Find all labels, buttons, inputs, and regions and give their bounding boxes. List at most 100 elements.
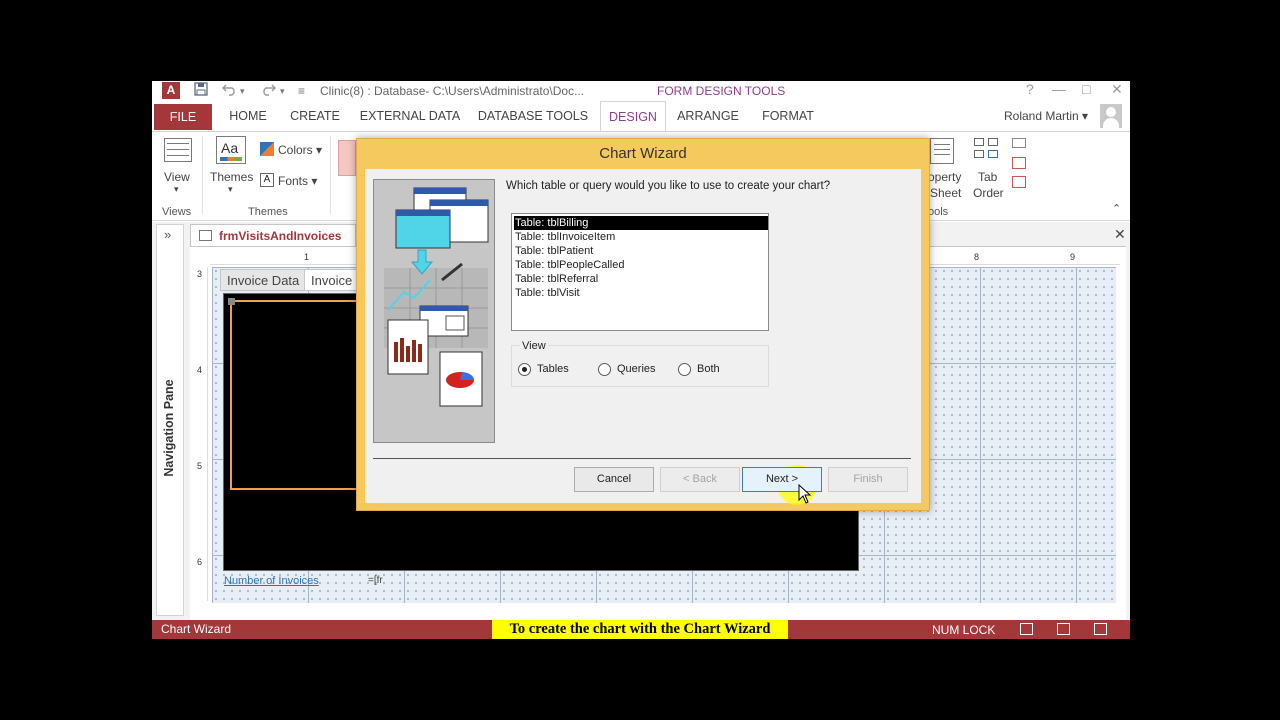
- group-themes-label: Themes: [248, 206, 288, 218]
- ruler-number: 1: [304, 252, 310, 262]
- invoice-count-field[interactable]: Number of Invoices =[fr: [220, 575, 520, 589]
- property-sheet-label-2[interactable]: Sheet: [930, 186, 961, 200]
- list-item-tbl-billing[interactable]: Table: tblBilling: [514, 216, 768, 230]
- themes-icon-text: Aa: [221, 140, 239, 156]
- tab-create[interactable]: CREATE: [284, 101, 346, 131]
- convert-macros-icon[interactable]: [1012, 176, 1026, 188]
- fonts-button[interactable]: Fonts ▾: [278, 174, 317, 188]
- document-tab-label: frmVisitsAndInvoices: [219, 229, 342, 243]
- tab-order-label-2[interactable]: Order: [973, 186, 1004, 200]
- view-code-icon[interactable]: [1012, 157, 1026, 169]
- user-account-name[interactable]: Roland Martin ▾: [1004, 109, 1088, 123]
- themes-button[interactable]: Themes: [210, 170, 253, 184]
- close-document-button[interactable]: ✕: [1114, 226, 1126, 243]
- group-tools-label: ools: [928, 206, 949, 218]
- tab-database-tools[interactable]: DATABASE TOOLS: [474, 101, 592, 131]
- property-sheet-icon[interactable]: [930, 138, 954, 164]
- cancel-button[interactable]: Cancel: [574, 467, 654, 492]
- title-bar: A ▾ ▾ ≡ Clinic(8) : Database- C:\Users\A…: [152, 81, 1130, 101]
- list-item-tbl-patient[interactable]: Table: tblPatient: [514, 244, 768, 258]
- tab-external-data[interactable]: EXTERNAL DATA: [358, 101, 462, 131]
- dialog-separator: [373, 458, 911, 459]
- view-dropdown-icon[interactable]: ▾: [174, 184, 179, 195]
- form-tab-invoice[interactable]: Invoice: [304, 269, 360, 291]
- navigation-pane[interactable]: » Navigation Pane: [156, 224, 184, 616]
- table-list[interactable]: Table: tblBilling Table: tblInvoiceItem …: [511, 213, 769, 331]
- form-tab-invoice-data[interactable]: Invoice Data: [220, 269, 307, 291]
- dialog-title: Chart Wizard: [599, 145, 687, 162]
- tab-file[interactable]: FILE: [154, 104, 212, 130]
- status-bar: Chart Wizard To create the chart with th…: [152, 620, 1130, 639]
- ribbon-tabs: FILE HOME CREATE EXTERNAL DATA DATABASE …: [152, 101, 1130, 131]
- nav-pane-toggle-icon[interactable]: »: [164, 227, 171, 242]
- tab-arrange[interactable]: ARRANGE: [674, 101, 742, 131]
- view-button[interactable]: View: [164, 170, 190, 184]
- themes-icon[interactable]: Aa: [216, 136, 246, 164]
- undo-icon[interactable]: [222, 82, 238, 99]
- property-sheet-label-1[interactable]: operty: [928, 170, 961, 184]
- design-view-icon[interactable]: [1094, 623, 1107, 635]
- vertical-ruler: 3 4 5 6: [194, 267, 208, 601]
- context-tab-title: FORM DESIGN TOOLS: [657, 84, 786, 98]
- window-title: Clinic(8) : Database- C:\Users\Administr…: [320, 84, 585, 98]
- save-icon[interactable]: [194, 82, 208, 99]
- form-tab-control: Invoice Data Invoice: [220, 269, 360, 291]
- minimize-button[interactable]: —: [1052, 81, 1066, 97]
- form-icon: [199, 230, 212, 241]
- list-item-tbl-people-called[interactable]: Table: tblPeopleCalled: [514, 258, 768, 272]
- user-avatar[interactable]: [1100, 104, 1122, 128]
- maximize-button[interactable]: □: [1082, 81, 1090, 97]
- wizard-question: Which table or query would you like to u…: [506, 180, 831, 192]
- radio-queries-label[interactable]: Queries: [617, 363, 656, 375]
- back-button[interactable]: < Back: [660, 467, 740, 492]
- colors-icon[interactable]: [260, 142, 274, 156]
- tab-order-icon[interactable]: [974, 136, 1002, 164]
- tab-home[interactable]: HOME: [220, 101, 276, 131]
- ruler-number: 8: [974, 252, 980, 262]
- ruler-number: 4: [197, 365, 203, 375]
- customize-qat-icon[interactable]: ≡: [298, 84, 305, 98]
- list-item-tbl-visit[interactable]: Table: tblVisit: [514, 286, 768, 300]
- chart-wizard-dialog: Chart Wizard Which table or query would …: [356, 138, 930, 511]
- fonts-icon[interactable]: A: [260, 173, 274, 187]
- access-app-icon[interactable]: A: [162, 82, 180, 99]
- field-label[interactable]: Number of Invoices: [224, 575, 319, 587]
- view-group-label: View: [520, 340, 548, 352]
- field-expression[interactable]: =[fr: [368, 575, 383, 586]
- tab-design[interactable]: DESIGN: [600, 101, 666, 131]
- tab-format[interactable]: FORMAT: [756, 101, 820, 131]
- colors-button[interactable]: Colors ▾: [278, 143, 322, 157]
- layout-view-icon[interactable]: [1057, 623, 1070, 635]
- group-separator: [202, 136, 203, 214]
- radio-tables-circle[interactable]: [518, 363, 531, 376]
- finish-button[interactable]: Finish: [828, 467, 908, 492]
- redo-dropdown-icon[interactable]: ▾: [280, 86, 285, 97]
- controls-gallery-icon[interactable]: [338, 140, 356, 176]
- list-item-tbl-invoice-item[interactable]: Table: tblInvoiceItem: [514, 230, 768, 244]
- group-views-label: Views: [162, 206, 192, 218]
- redo-icon[interactable]: [260, 82, 276, 99]
- close-window-button[interactable]: ✕: [1111, 81, 1123, 98]
- radio-both-label[interactable]: Both: [697, 363, 720, 375]
- ruler-number: 5: [197, 461, 203, 471]
- help-button[interactable]: ?: [1026, 81, 1034, 97]
- num-lock-indicator: NUM LOCK: [932, 623, 996, 637]
- themes-dropdown-icon[interactable]: ▾: [228, 184, 233, 195]
- list-item-tbl-referral[interactable]: Table: tblReferral: [514, 272, 768, 286]
- subform-icon[interactable]: [1012, 138, 1026, 148]
- radio-both-circle[interactable]: [678, 363, 691, 376]
- chart-placeholder-selection[interactable]: [228, 298, 358, 490]
- view-icon[interactable]: [164, 138, 192, 162]
- status-text: Chart Wizard: [161, 622, 232, 636]
- undo-dropdown-icon[interactable]: ▾: [240, 86, 245, 97]
- mouse-cursor-icon: [798, 484, 812, 504]
- radio-queries-circle[interactable]: [598, 363, 611, 376]
- navigation-pane-label[interactable]: Navigation Pane: [162, 378, 176, 478]
- tab-order-label-1[interactable]: Tab: [978, 170, 997, 184]
- ruler-number: 9: [1070, 252, 1076, 262]
- document-tab[interactable]: frmVisitsAndInvoices: [190, 224, 356, 246]
- collapse-ribbon-icon[interactable]: ⌃: [1112, 202, 1121, 215]
- form-view-icon[interactable]: [1020, 623, 1033, 635]
- dialog-body: Which table or query would you like to u…: [365, 169, 921, 505]
- radio-tables-label[interactable]: Tables: [537, 363, 569, 375]
